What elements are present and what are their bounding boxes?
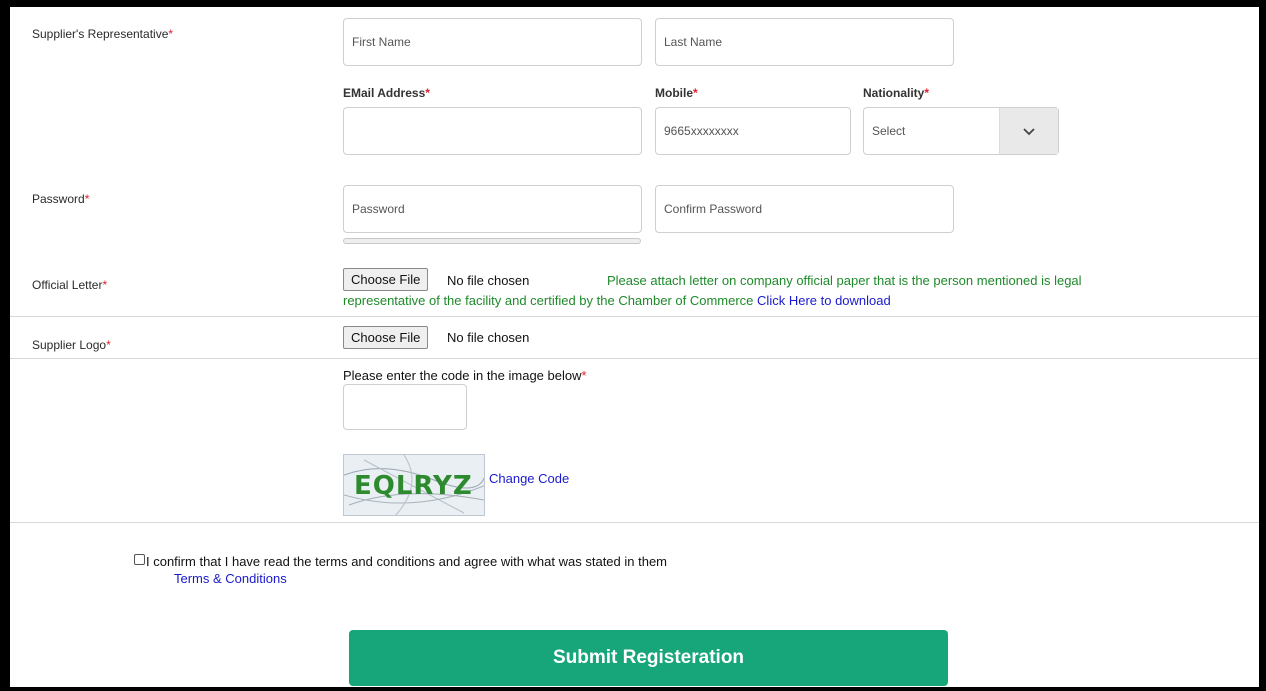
nationality-selected-value: Select (872, 124, 906, 138)
email-label: EMail Address* (343, 86, 430, 100)
registration-form: Supplier's Representative* EMail Address… (10, 7, 1259, 687)
terms-checkbox[interactable] (134, 554, 145, 565)
chevron-down-icon (999, 108, 1058, 154)
terms-link[interactable]: Terms & Conditions (174, 571, 287, 586)
supplier-logo-file-status: No file chosen (447, 330, 530, 345)
nationality-select[interactable]: Select (863, 107, 1059, 155)
confirm-password-input[interactable] (655, 185, 954, 233)
supplier-logo-label: Supplier Logo* (32, 338, 111, 352)
password-label: Password* (32, 192, 90, 206)
captcha-prompt: Please enter the code in the image below… (343, 368, 587, 383)
captcha-input[interactable] (343, 384, 467, 430)
mobile-input[interactable] (655, 107, 851, 155)
representative-label: Supplier's Representative* (32, 27, 174, 41)
first-name-input[interactable] (343, 18, 642, 66)
mobile-label: Mobile* (655, 86, 698, 100)
official-letter-note-text: representative of the facility and certi… (343, 293, 754, 308)
last-name-input[interactable] (655, 18, 954, 66)
terms-confirm-text: I confirm that I have read the terms and… (146, 554, 668, 569)
password-strength-bar (343, 238, 641, 244)
official-letter-note-line1: Please attach letter on company official… (607, 273, 1082, 288)
submit-registration-button[interactable]: Submit Registeration (349, 630, 948, 686)
official-letter-file-status: No file chosen (447, 273, 530, 288)
email-input[interactable] (343, 107, 642, 155)
captcha-code-text: EQLRYZ (354, 471, 473, 501)
divider (10, 522, 1259, 523)
official-letter-note-line2: representative of the facility and certi… (343, 293, 891, 308)
official-letter-label: Official Letter* (32, 278, 108, 292)
change-code-link[interactable]: Change Code (489, 471, 569, 486)
password-input[interactable] (343, 185, 642, 233)
download-letter-link[interactable]: Click Here to download (757, 293, 891, 308)
divider (10, 358, 1259, 359)
supplier-logo-choose-file-button[interactable]: Choose File (343, 326, 429, 349)
divider (10, 316, 1259, 317)
nationality-label: Nationality* (863, 86, 930, 100)
official-letter-choose-file-button[interactable]: Choose File (343, 268, 429, 291)
captcha-image: EQLRYZ (343, 454, 485, 516)
